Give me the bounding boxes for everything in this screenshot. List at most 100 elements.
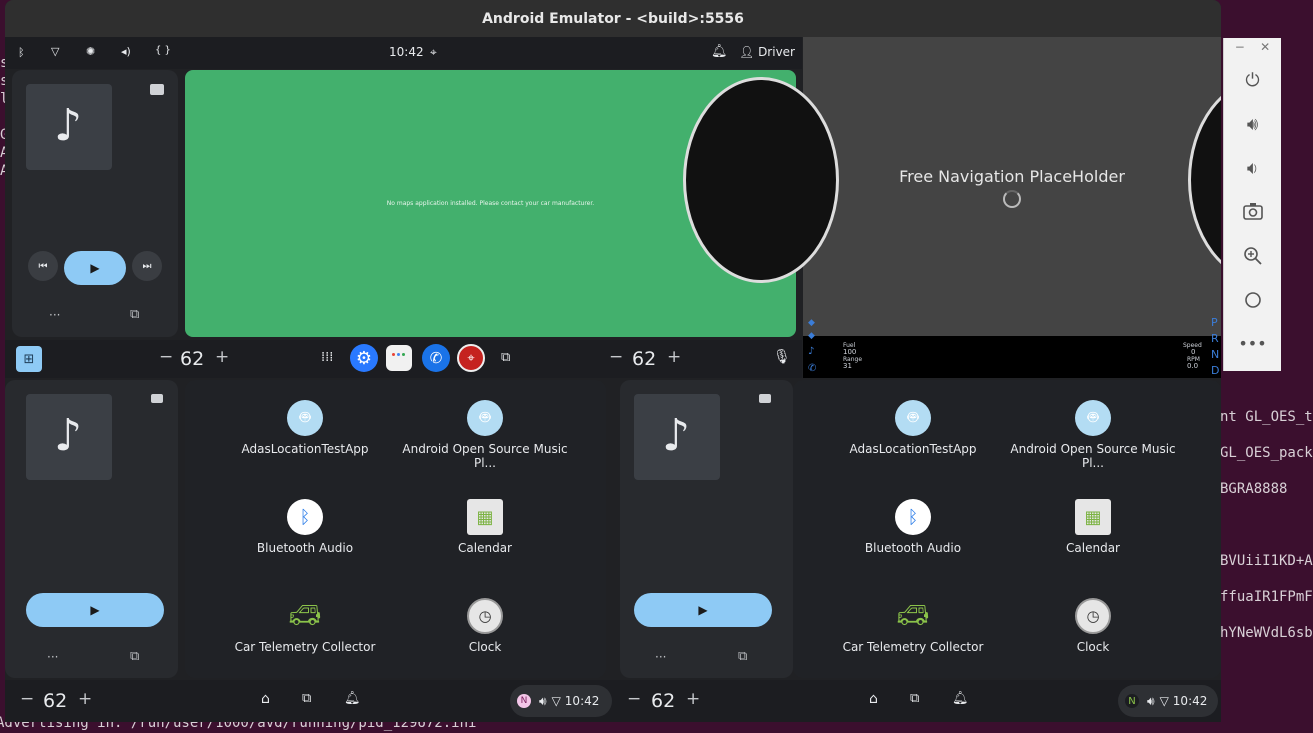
app-label: AdasLocationTestApp <box>241 442 369 456</box>
temp-decrease-button[interactable]: − <box>20 689 34 709</box>
notification-bell-icon[interactable]: 🔔︎ <box>952 691 969 706</box>
app-tile[interactable]: ᛒ Bluetooth Audio <box>215 499 395 555</box>
app-tile[interactable]: ▦ Calendar <box>1003 499 1183 555</box>
app-label: Android Open Source Music Pl... <box>402 442 568 470</box>
app-tile[interactable]: ◷ Clock <box>1003 598 1183 654</box>
app-tile[interactable]: ᛒ Bluetooth Audio <box>823 499 1003 555</box>
no-maps-message: No maps application installed. Please co… <box>386 200 595 207</box>
fuel-value: 100 <box>843 348 857 356</box>
phone-app-icon[interactable]: ✆ <box>422 344 450 372</box>
play-button[interactable]: ▶ <box>64 251 126 285</box>
volume-down-icon[interactable]: 🔉︎ <box>1224 158 1281 179</box>
grid-view-button[interactable]: ⊞ <box>16 346 42 372</box>
app-label: Calendar <box>458 541 512 555</box>
app-tile[interactable]: 🚙︎ Car Telemetry Collector <box>823 598 1003 654</box>
media-source-icon[interactable]: ⧉ <box>130 649 139 664</box>
wifi-icon: ▽ <box>1159 694 1169 708</box>
app-tile[interactable]: ▦ Calendar <box>395 499 575 555</box>
cast-icon[interactable] <box>150 84 164 95</box>
speed-value: 0 <box>1191 348 1196 356</box>
temp-increase-button-right[interactable]: + <box>686 689 700 709</box>
media-widget-bottom-left: ♪ ▶ ··· ⧉ <box>5 380 178 678</box>
minimize-icon[interactable]: − <box>1235 40 1245 54</box>
n-badge: N <box>1125 694 1139 708</box>
app-tile[interactable]: 🤖︎ Android Open Source Music Pl... <box>395 400 575 470</box>
previous-button[interactable]: ⏮ <box>28 251 58 281</box>
temp-increase-button[interactable]: + <box>215 347 229 367</box>
status-bar: ᛒ ▽ ✺ ◂) { } 10:42 ⌖ 🔔︎ 👤︎ Driver <box>5 37 802 69</box>
person-icon: 👤︎ <box>739 45 755 59</box>
cast-icon[interactable] <box>759 394 771 403</box>
gear-p: P <box>1211 316 1218 329</box>
code-icon: { } <box>155 45 171 56</box>
more-icon[interactable]: ••• <box>1224 334 1281 353</box>
bluetooth-icon: ᛒ <box>895 499 931 535</box>
terminal-line: hYNeWVdL6sb <box>1220 625 1313 641</box>
android-icon: 🤖︎ <box>1075 400 1111 436</box>
recents-icon[interactable]: ⧉ <box>302 691 311 706</box>
recents-icon[interactable]: ⧉ <box>501 350 510 365</box>
status-pill-left[interactable]: N 🔊︎ ▽ 10:42 <box>510 685 612 717</box>
microphone-icon[interactable]: 🎙︎ <box>773 349 791 365</box>
cast-icon[interactable] <box>151 394 163 403</box>
media-source-icon[interactable]: ⧉ <box>130 307 139 322</box>
close-icon[interactable]: ✕ <box>1260 40 1270 54</box>
more-options-icon[interactable]: ··· <box>655 650 666 664</box>
cluster-nav-icon: ◆ <box>808 318 815 328</box>
app-tile[interactable]: ◷ Clock <box>395 598 575 654</box>
n-badge: N <box>517 694 531 708</box>
calendar-icon: ▦ <box>467 499 503 535</box>
home-icon[interactable]: ⌂ <box>261 691 270 707</box>
temp-decrease-button-right[interactable]: − <box>627 689 641 709</box>
media-widget-top: ♪ ⏮ ▶ ⏭ ··· ⧉ <box>12 70 178 337</box>
play-button[interactable]: ▶ <box>26 593 164 627</box>
app-grid-icon[interactable]: ⁞⁞⁞ <box>321 350 333 365</box>
more-options-icon[interactable]: ··· <box>49 308 60 322</box>
temperature-right: 62 <box>651 690 676 712</box>
window-controls: − ✕ <box>1224 40 1281 54</box>
more-options-icon[interactable]: ··· <box>47 650 58 664</box>
temperature-right: 62 <box>632 348 657 370</box>
temp-decrease-button-right[interactable]: − <box>609 347 623 367</box>
app-tile[interactable]: 🚙︎ Car Telemetry Collector <box>215 598 395 654</box>
album-art: ♪ <box>26 394 112 480</box>
terminal-line: BVUiiI1KD+A <box>1220 553 1313 569</box>
music-note-icon: ♪ <box>662 410 691 461</box>
app-grid-right: 🤖︎ AdasLocationTestApp 🤖︎ Android Open S… <box>793 380 1221 678</box>
home-icon[interactable]: ⌂ <box>869 691 878 707</box>
notification-bell-icon[interactable]: 🔔︎ <box>711 44 728 59</box>
app-label: Android Open Source Music Pl... <box>1010 442 1176 470</box>
temp-increase-button[interactable]: + <box>78 689 92 709</box>
bottom-system-bar: − 62 + ⌂ ⧉ 🔔︎ N 🔊︎ ▽ 10:42 − 62 + ⌂ ⧉ 🔔︎… <box>5 680 1221 722</box>
volume-icon: 🔊︎ <box>1147 693 1155 708</box>
android-icon: 🤖︎ <box>467 400 503 436</box>
temp-increase-button-right[interactable]: + <box>667 347 681 367</box>
status-time: 10:42 <box>389 45 424 59</box>
recents-icon[interactable]: ⧉ <box>910 691 919 706</box>
app-tile[interactable]: 🤖︎ AdasLocationTestApp <box>215 400 395 456</box>
temperature-left: 62 <box>180 348 205 370</box>
temp-decrease-button[interactable]: − <box>159 347 173 367</box>
user-profile[interactable]: 👤︎ Driver <box>739 45 795 59</box>
volume-icon: 🔊︎ <box>539 693 547 708</box>
app-tile[interactable]: 🤖︎ Android Open Source Music Pl... <box>1003 400 1183 470</box>
media-source-icon[interactable]: ⧉ <box>738 649 747 664</box>
app-label: Car Telemetry Collector <box>842 640 984 654</box>
play-button[interactable]: ▶ <box>634 593 772 627</box>
next-button[interactable]: ⏭ <box>132 251 162 281</box>
dialer-app-icon[interactable] <box>386 345 412 371</box>
power-icon[interactable]: ⏻ <box>1224 70 1281 91</box>
zoom-icon[interactable] <box>1224 246 1281 271</box>
status-pill-right[interactable]: N 🔊︎ ▽ 10:42 <box>1118 685 1218 717</box>
camera-icon[interactable] <box>1224 202 1281 225</box>
app-label: Clock <box>468 640 502 654</box>
notification-bell-icon[interactable]: 🔔︎ <box>344 691 361 706</box>
app-tile[interactable]: 🤖︎ AdasLocationTestApp <box>823 400 1003 456</box>
volume-up-icon[interactable]: 🔊︎ <box>1224 114 1281 135</box>
maps-app-icon[interactable]: ⌖ <box>457 344 485 372</box>
range-value: 31 <box>843 362 852 370</box>
home-circle-icon[interactable] <box>1224 291 1281 314</box>
nav-placeholder-title: Free Navigation PlaceHolder <box>899 167 1125 186</box>
app-label: Bluetooth Audio <box>864 541 962 555</box>
settings-app-icon[interactable]: ⚙ <box>350 344 378 372</box>
